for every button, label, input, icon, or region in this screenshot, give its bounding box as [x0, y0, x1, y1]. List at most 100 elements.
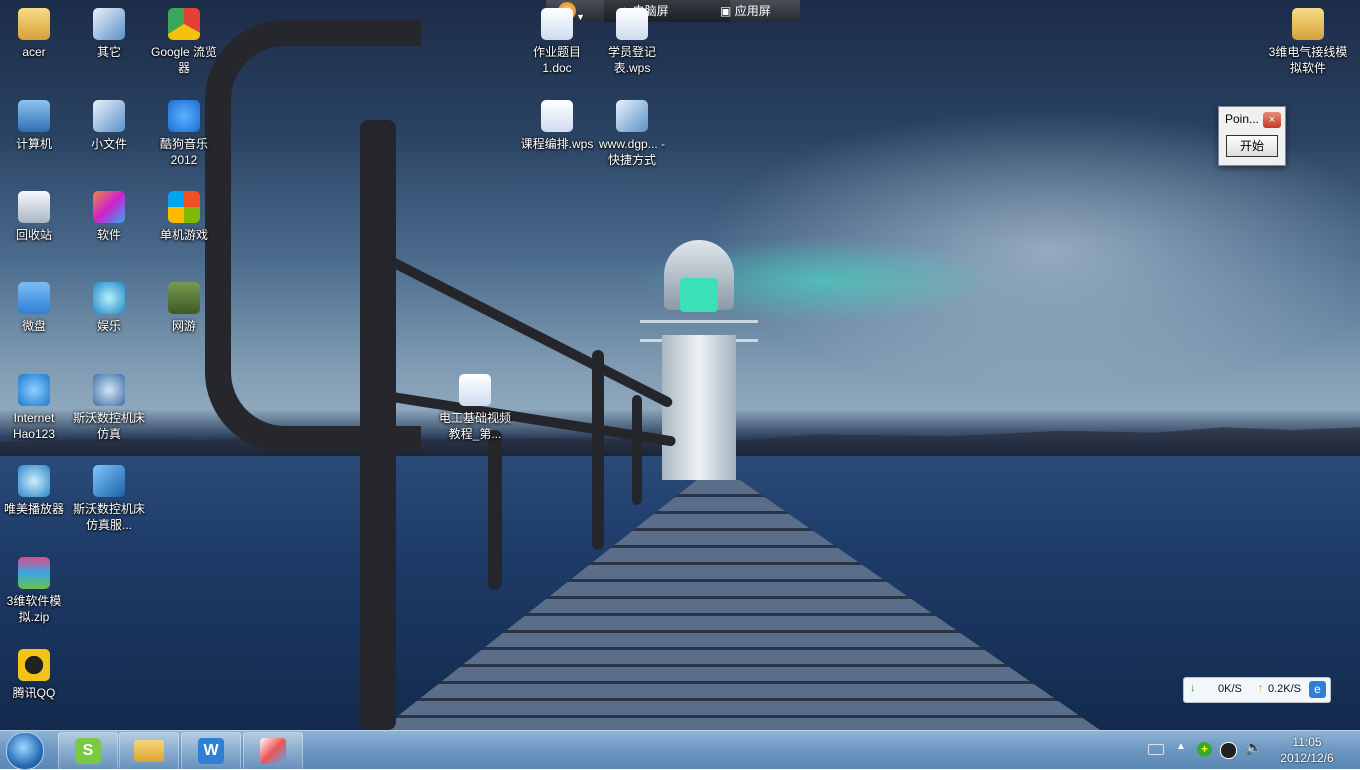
desktop-icon-label: 微盘 — [21, 319, 46, 333]
desktop-icon-label: 软件 — [96, 228, 121, 242]
desktop-icon-label: 网游 — [171, 319, 196, 333]
desktop-icon[interactable]: 3维电气接线模拟软件 — [1268, 4, 1348, 76]
download-speed: 0K/S — [1218, 683, 1242, 695]
volume-icon[interactable]: 🔈 — [1245, 739, 1262, 756]
desktop-icon-label: 3维电气接线模拟软件 — [1268, 45, 1348, 75]
gamepad-icon — [168, 282, 200, 314]
window-title: Poin... — [1225, 112, 1260, 126]
desktop-icon[interactable]: 学员登记表.wps — [595, 4, 669, 76]
wps-doc-icon — [616, 8, 648, 40]
desktop-icon-label: 作业题目1.doc — [532, 45, 581, 75]
railing-post — [632, 395, 642, 505]
desktop-icon-label: Google 流览器 — [150, 45, 218, 75]
desktop-icon-label: 腾讯QQ — [12, 686, 56, 700]
upload-arrow-icon: ↑ — [1258, 682, 1264, 694]
desktop-icon[interactable]: 唯美播放器 — [0, 461, 71, 517]
desktop-icon[interactable]: 斯沃数控机床仿真服... — [72, 461, 146, 533]
clock-time: 11:05 — [1292, 735, 1322, 749]
download-arrow-icon: ↓ — [1190, 682, 1196, 694]
start-orb-icon[interactable] — [6, 732, 44, 770]
desktop-icon[interactable]: 电工基础视频教程_第... — [438, 370, 512, 442]
taskbar: S W ▲ + 🔈 11:05 2012/12/6 — [0, 730, 1360, 770]
chrome-icon — [168, 8, 200, 40]
folder-icon — [18, 8, 50, 40]
desktop-icon[interactable]: 微盘 — [0, 278, 71, 334]
desktop-icon[interactable]: 单机游戏 — [147, 187, 221, 243]
folder-icon — [1292, 8, 1324, 40]
wps-writer-icon: W — [198, 738, 224, 764]
desktop-icon-label: 课程编排.wps — [520, 137, 594, 151]
desktop-icon-label: 斯沃数控机床仿真 — [72, 411, 145, 441]
tab-app-screen[interactable]: ▣ 应用屏 — [718, 0, 800, 22]
desktop-icon-label: 唯美播放器 — [3, 502, 64, 516]
desktop-icon-label: 娱乐 — [96, 319, 121, 333]
pointer-window[interactable]: Poin... × 开始 — [1218, 106, 1286, 166]
railing-post — [488, 430, 502, 590]
desktop-icon[interactable]: 酷狗音乐2012 — [147, 96, 221, 168]
ie-icon — [18, 374, 50, 406]
wps-doc-icon — [541, 100, 573, 132]
desktop-icon[interactable]: 小文件 — [72, 96, 146, 152]
windows-flag-icon — [168, 191, 200, 223]
taskbar-paint[interactable] — [243, 732, 303, 770]
desktop-icon-label: 其它 — [96, 45, 121, 59]
desktop-icon-label: 电工基础视频教程_第... — [438, 411, 511, 441]
desktop-icon[interactable]: Google 流览器 — [147, 4, 221, 76]
qq-icon — [18, 649, 50, 681]
taskbar-wps-writer[interactable]: W — [181, 732, 241, 770]
clock-date: 2012/12/6 — [1280, 751, 1334, 765]
desktop-icon[interactable]: 娱乐 — [72, 278, 146, 334]
desktop-icon-label: 计算机 — [15, 137, 52, 151]
network-monitor[interactable]: ↓ 0K/S ↑ 0.2K/S e — [1183, 677, 1331, 703]
recycle-bin-icon — [18, 191, 50, 223]
cube-icon — [93, 191, 125, 223]
desktop-icon[interactable]: 其它 — [72, 4, 146, 60]
desktop-icon-label: acer — [22, 45, 46, 59]
computer-icon — [18, 100, 50, 132]
player-icon — [18, 465, 50, 497]
close-button[interactable]: × — [1263, 112, 1281, 128]
taskbar-sogou[interactable]: S — [58, 732, 118, 770]
show-hidden-icons-icon[interactable]: ▲ — [1176, 741, 1186, 752]
desktop-icon[interactable]: 回收站 — [0, 187, 71, 243]
desktop-icon[interactable]: www.dgp... - 快捷方式 — [595, 96, 669, 168]
qq-tray-icon[interactable] — [1220, 742, 1237, 759]
railing-post — [592, 350, 604, 550]
shortcut-icon — [616, 100, 648, 132]
keyboard-icon[interactable] — [1148, 744, 1164, 755]
desktop-icon-label: 回收站 — [15, 228, 52, 242]
desktop-icon[interactable]: 作业题目1.doc — [520, 4, 594, 76]
desktop-icon[interactable]: 软件 — [72, 187, 146, 243]
desktop-icon[interactable]: 计算机 — [0, 96, 71, 152]
desktop-icon-label: 学员登记表.wps — [607, 45, 656, 75]
ie-icon[interactable]: e — [1309, 681, 1326, 698]
system-clock[interactable]: 11:05 2012/12/6 — [1272, 734, 1342, 766]
desktop-icon[interactable]: 斯沃数控机床仿真 — [72, 370, 146, 442]
cnc-icon — [93, 374, 125, 406]
start-button[interactable]: 开始 — [1226, 135, 1278, 157]
desktop-icon-label: 斯沃数控机床仿真服... — [72, 502, 145, 532]
desktop-icon-label: Internet Hao123 — [12, 411, 56, 441]
desktop-icon[interactable]: acer — [0, 4, 71, 60]
desktop-background: ▼ ◆ 电脑屏 ▣ 应用屏 acer其它Google 流览器计算机小文件酷狗音乐… — [0, 0, 1360, 730]
desktop-icon[interactable]: 网游 — [147, 278, 221, 334]
kugou-icon — [168, 100, 200, 132]
vdisk-icon — [18, 282, 50, 314]
desktop-icon[interactable]: Internet Hao123 — [0, 370, 71, 442]
taskbar-explorer[interactable] — [119, 732, 179, 770]
desktop-icon-label: 单机游戏 — [159, 228, 208, 242]
shortcut-icon — [93, 8, 125, 40]
explorer-folder-icon — [134, 740, 164, 762]
shield-plus-icon[interactable]: + — [1197, 742, 1212, 757]
zip-icon — [18, 557, 50, 589]
wps-doc-icon — [459, 374, 491, 406]
desktop-icon[interactable]: 3维软件模拟.zip — [0, 553, 71, 625]
box-icon: ▣ — [720, 4, 732, 18]
doc-icon — [541, 8, 573, 40]
desktop-icon[interactable]: 课程编排.wps — [520, 96, 594, 152]
desktop-icon-label: www.dgp... - 快捷方式 — [598, 137, 666, 167]
upload-speed: 0.2K/S — [1268, 683, 1302, 695]
desktop-icon[interactable]: 腾讯QQ — [0, 645, 71, 701]
desktop-icon-label: 3维软件模拟.zip — [6, 594, 62, 624]
desktop-icon-label: 酷狗音乐2012 — [159, 137, 208, 167]
